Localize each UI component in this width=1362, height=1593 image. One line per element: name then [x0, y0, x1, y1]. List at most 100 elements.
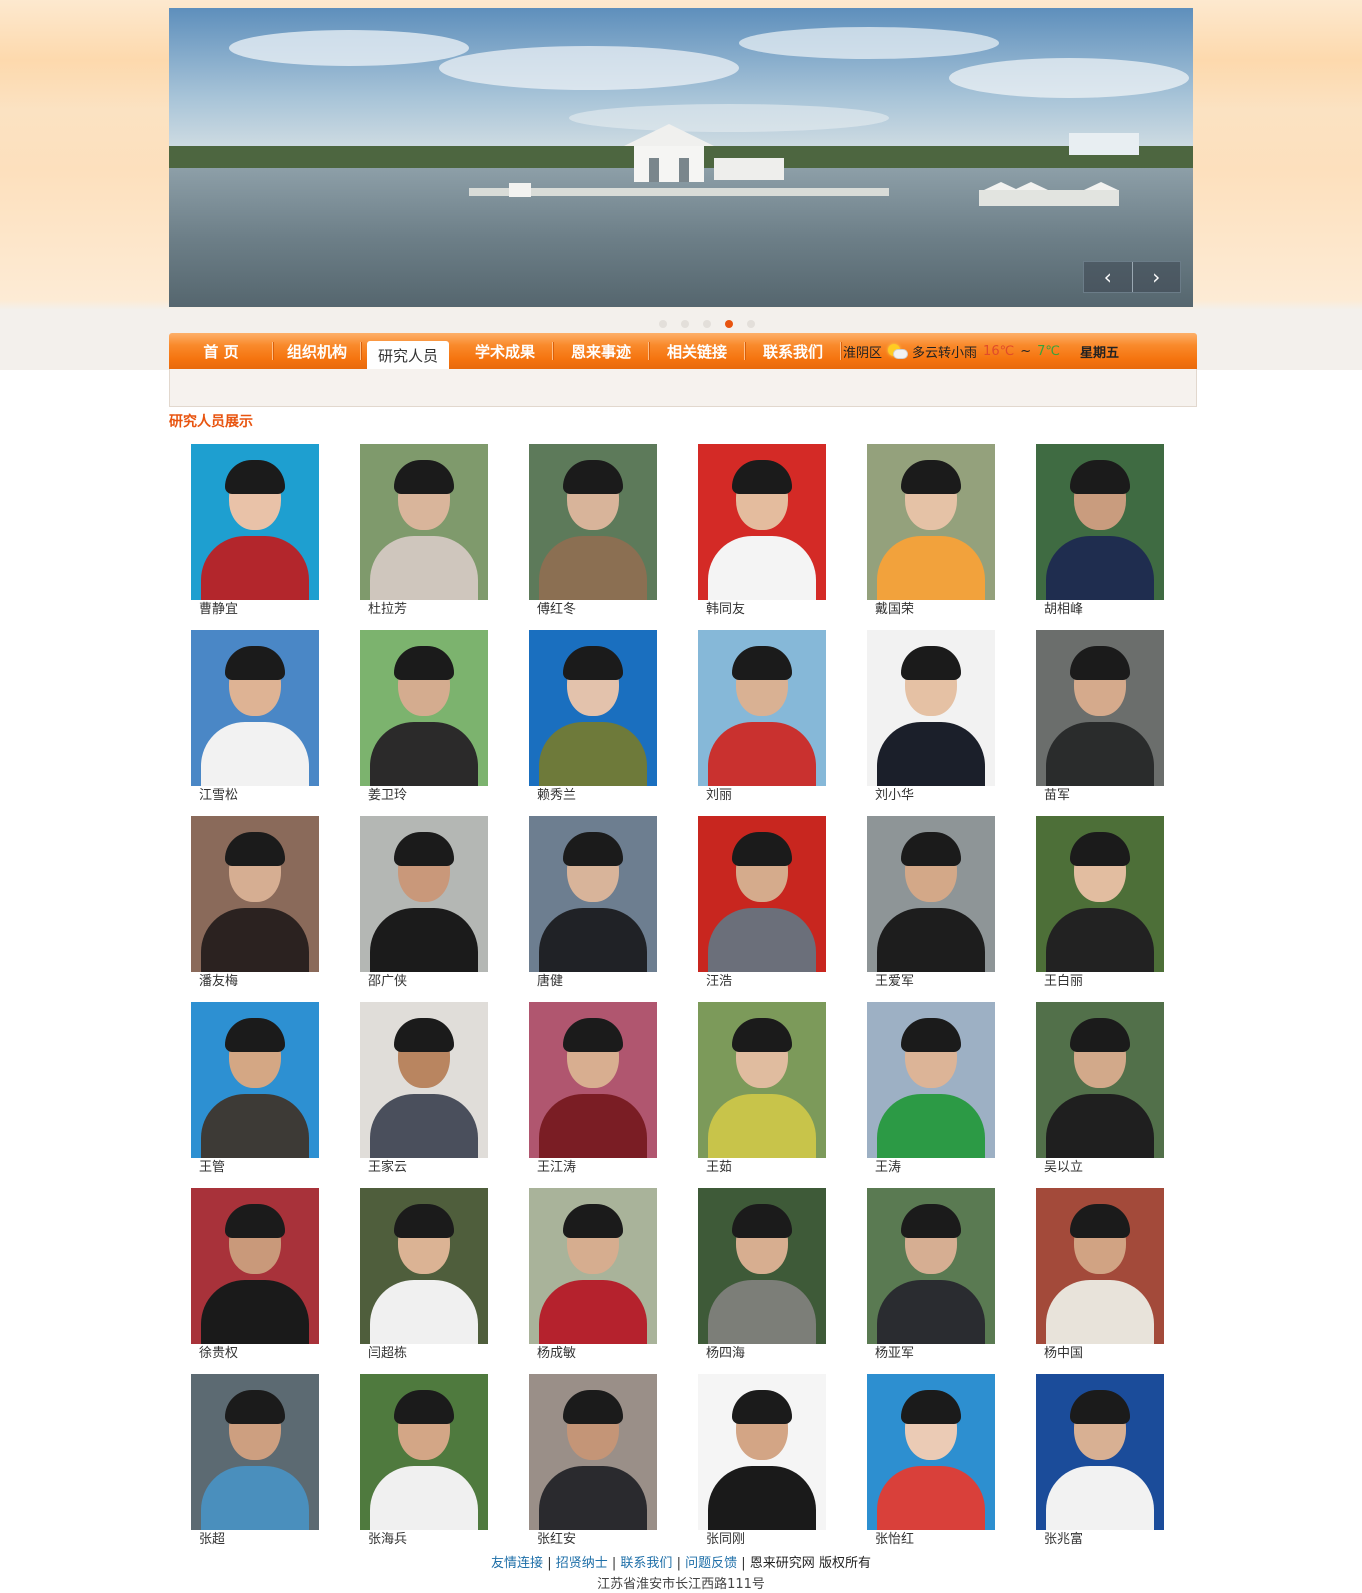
- footer-link-friends[interactable]: 友情连接: [491, 1556, 543, 1571]
- researcher-name[interactable]: 胡相峰: [1036, 600, 1164, 630]
- researcher-card[interactable]: 刘小华: [867, 630, 995, 816]
- banner-dot[interactable]: [681, 320, 689, 328]
- researcher-name[interactable]: 杜拉芳: [360, 600, 488, 630]
- researcher-photo[interactable]: [698, 444, 826, 600]
- nav-related-links[interactable]: 相关链接: [649, 333, 745, 369]
- researcher-photo[interactable]: [529, 1002, 657, 1158]
- researcher-name[interactable]: 刘小华: [867, 786, 995, 816]
- researcher-photo[interactable]: [698, 1002, 826, 1158]
- researcher-photo[interactable]: [191, 816, 319, 972]
- researcher-name[interactable]: 傅红冬: [529, 600, 657, 630]
- researcher-name[interactable]: 江雪松: [191, 786, 319, 816]
- researcher-card[interactable]: 杨中国: [1036, 1188, 1164, 1374]
- researcher-card[interactable]: 王涛: [867, 1002, 995, 1188]
- researcher-card[interactable]: 曹静宜: [191, 444, 319, 630]
- researcher-photo[interactable]: [867, 1002, 995, 1158]
- researcher-card[interactable]: 韩同友: [698, 444, 826, 630]
- researcher-name[interactable]: 王涛: [867, 1158, 995, 1188]
- researcher-name[interactable]: 王家云: [360, 1158, 488, 1188]
- researcher-name[interactable]: 邵广侠: [360, 972, 488, 1002]
- researcher-card[interactable]: 刘丽: [698, 630, 826, 816]
- banner-dot-active[interactable]: [725, 320, 733, 328]
- banner-slideshow[interactable]: ‹ ›: [169, 8, 1193, 307]
- researcher-photo[interactable]: [698, 630, 826, 786]
- researcher-card[interactable]: 张海兵: [360, 1374, 488, 1560]
- researcher-card[interactable]: 张同刚: [698, 1374, 826, 1560]
- researcher-photo[interactable]: [360, 1002, 488, 1158]
- researcher-name[interactable]: 曹静宜: [191, 600, 319, 630]
- researcher-photo[interactable]: [360, 1374, 488, 1530]
- researcher-card[interactable]: 徐贵权: [191, 1188, 319, 1374]
- researcher-photo[interactable]: [1036, 1374, 1164, 1530]
- researcher-photo[interactable]: [867, 630, 995, 786]
- footer-link-contact[interactable]: 联系我们: [620, 1556, 672, 1571]
- researcher-name[interactable]: 戴国荣: [867, 600, 995, 630]
- researcher-photo[interactable]: [191, 1374, 319, 1530]
- researcher-photo[interactable]: [698, 1188, 826, 1344]
- researcher-card[interactable]: 苗军: [1036, 630, 1164, 816]
- researcher-photo[interactable]: [360, 444, 488, 600]
- researcher-name[interactable]: 王茹: [698, 1158, 826, 1188]
- researcher-name[interactable]: 赖秀兰: [529, 786, 657, 816]
- researcher-card[interactable]: 张兆富: [1036, 1374, 1164, 1560]
- researcher-card[interactable]: 傅红冬: [529, 444, 657, 630]
- researcher-photo[interactable]: [360, 630, 488, 786]
- researcher-photo[interactable]: [1036, 1002, 1164, 1158]
- researcher-photo[interactable]: [529, 630, 657, 786]
- researcher-card[interactable]: 杨亚军: [867, 1188, 995, 1374]
- researcher-card[interactable]: 杜拉芳: [360, 444, 488, 630]
- researcher-card[interactable]: 潘友梅: [191, 816, 319, 1002]
- researcher-card[interactable]: 赖秀兰: [529, 630, 657, 816]
- researcher-card[interactable]: 戴国荣: [867, 444, 995, 630]
- researcher-name[interactable]: 杨成敏: [529, 1344, 657, 1374]
- researcher-name[interactable]: 唐健: [529, 972, 657, 1002]
- researcher-photo[interactable]: [191, 1002, 319, 1158]
- researcher-card[interactable]: 姜卫玲: [360, 630, 488, 816]
- researcher-card[interactable]: 杨四海: [698, 1188, 826, 1374]
- researcher-name[interactable]: 汪浩: [698, 972, 826, 1002]
- researcher-photo[interactable]: [191, 1188, 319, 1344]
- researcher-photo[interactable]: [191, 630, 319, 786]
- researcher-card[interactable]: 江雪松: [191, 630, 319, 816]
- researcher-photo[interactable]: [867, 1188, 995, 1344]
- researcher-photo[interactable]: [529, 816, 657, 972]
- nav-researchers[interactable]: 研究人员: [367, 341, 449, 369]
- researcher-card[interactable]: 张超: [191, 1374, 319, 1560]
- banner-prev-button[interactable]: ‹: [1084, 262, 1132, 292]
- researcher-photo[interactable]: [529, 1374, 657, 1530]
- researcher-name[interactable]: 徐贵权: [191, 1344, 319, 1374]
- researcher-name[interactable]: 王管: [191, 1158, 319, 1188]
- researcher-name[interactable]: 韩同友: [698, 600, 826, 630]
- researcher-name[interactable]: 刘丽: [698, 786, 826, 816]
- researcher-card[interactable]: 张红安: [529, 1374, 657, 1560]
- researcher-photo[interactable]: [698, 1374, 826, 1530]
- researcher-photo[interactable]: [1036, 1188, 1164, 1344]
- researcher-card[interactable]: 胡相峰: [1036, 444, 1164, 630]
- researcher-name[interactable]: 吴以立: [1036, 1158, 1164, 1188]
- researcher-name[interactable]: 姜卫玲: [360, 786, 488, 816]
- researcher-card[interactable]: 张怡红: [867, 1374, 995, 1560]
- researcher-card[interactable]: 闫超栋: [360, 1188, 488, 1374]
- researcher-name[interactable]: 闫超栋: [360, 1344, 488, 1374]
- researcher-photo[interactable]: [1036, 444, 1164, 600]
- researcher-card[interactable]: 王茹: [698, 1002, 826, 1188]
- researcher-photo[interactable]: [360, 1188, 488, 1344]
- researcher-card[interactable]: 王爱军: [867, 816, 995, 1002]
- researcher-card[interactable]: 王家云: [360, 1002, 488, 1188]
- nav-achievements[interactable]: 学术成果: [457, 333, 553, 369]
- researcher-name[interactable]: 苗军: [1036, 786, 1164, 816]
- footer-link-recruit[interactable]: 招贤纳士: [556, 1556, 608, 1571]
- researcher-photo[interactable]: [1036, 816, 1164, 972]
- researcher-card[interactable]: 吴以立: [1036, 1002, 1164, 1188]
- researcher-card[interactable]: 王白丽: [1036, 816, 1164, 1002]
- researcher-card[interactable]: 王管: [191, 1002, 319, 1188]
- researcher-photo[interactable]: [191, 444, 319, 600]
- researcher-card[interactable]: 唐健: [529, 816, 657, 1002]
- researcher-name[interactable]: 潘友梅: [191, 972, 319, 1002]
- researcher-photo[interactable]: [867, 816, 995, 972]
- researcher-name[interactable]: 杨中国: [1036, 1344, 1164, 1374]
- researcher-photo[interactable]: [360, 816, 488, 972]
- banner-next-button[interactable]: ›: [1131, 262, 1180, 292]
- nav-organization[interactable]: 组织机构: [273, 333, 361, 369]
- researcher-card[interactable]: 王江涛: [529, 1002, 657, 1188]
